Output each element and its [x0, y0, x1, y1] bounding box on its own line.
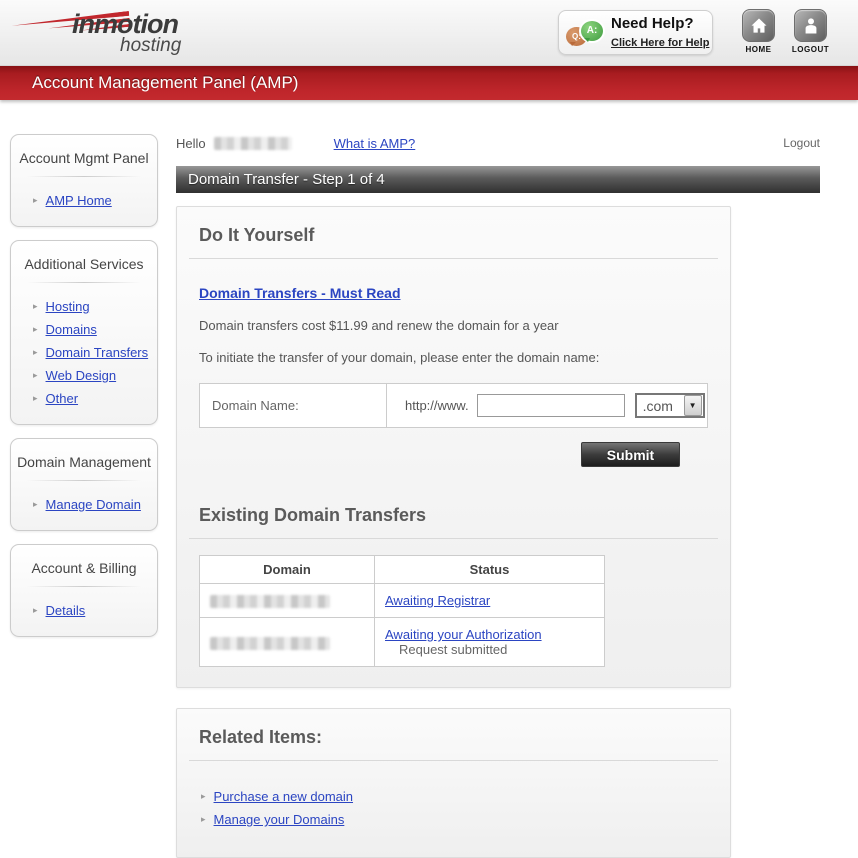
table-row: Awaiting your Authorization Request subm…	[199, 617, 605, 668]
redacted-domain	[210, 595, 330, 609]
related-items-panel: Related Items: ▸ Purchase a new domain ▸…	[176, 708, 731, 858]
top-header: inmotion hosting Q: A: Need Help? Click …	[0, 0, 858, 66]
tld-selected-value: .com	[642, 397, 673, 414]
click-here-for-help-link[interactable]: Click Here for Help	[611, 37, 709, 49]
tld-select[interactable]: .com ▼	[634, 393, 705, 418]
status-note: Request submitted	[399, 642, 508, 658]
bullet-arrow-icon: ▸	[201, 814, 206, 825]
sidebar-item-details[interactable]: ▸ Details	[11, 599, 157, 622]
status-awaiting-registrar-link[interactable]: Awaiting Registrar	[385, 593, 490, 608]
cost-text: Domain transfers cost $11.99 and renew t…	[199, 318, 559, 333]
redacted-username	[213, 136, 292, 150]
what-is-amp-link[interactable]: What is AMP?	[334, 136, 416, 151]
other-link[interactable]: Other	[46, 391, 79, 406]
main-content: Hello What is AMP? Logout Domain Transfe…	[176, 134, 820, 858]
divider	[27, 176, 141, 177]
diy-heading: Do It Yourself	[199, 225, 315, 245]
manage-domain-link[interactable]: Manage Domain	[46, 497, 141, 512]
amp-home-link[interactable]: AMP Home	[46, 193, 112, 208]
divider	[27, 480, 141, 481]
need-help-button[interactable]: Q: A: Need Help? Click Here for Help	[558, 10, 713, 55]
need-help-title: Need Help?	[611, 14, 694, 32]
sidebar-section-title: Account & Billing	[31, 560, 137, 576]
banner-title: Account Management Panel (AMP)	[32, 73, 299, 92]
greeting-text: Hello	[176, 135, 206, 151]
hosting-link[interactable]: Hosting	[46, 299, 90, 314]
dropdown-arrow-icon[interactable]: ▼	[683, 395, 702, 416]
sidebar-item-manage-domain[interactable]: ▸ Manage Domain	[11, 493, 157, 516]
sidebar-section-additional-services: Additional Services ▸ Hosting ▸ Domains …	[10, 240, 158, 425]
initiate-text: To initiate the transfer of your domain,…	[199, 350, 600, 365]
bullet-arrow-icon: ▸	[33, 370, 38, 380]
table-row: Awaiting Registrar	[199, 582, 605, 619]
divider	[189, 538, 718, 539]
url-prefix-text: http://www.	[405, 398, 469, 413]
sidebar-section-domain-management: Domain Management ▸ Manage Domain	[10, 438, 158, 531]
redacted-domain	[210, 636, 330, 650]
status-awaiting-authorization-link[interactable]: Awaiting your Authorization	[385, 627, 542, 642]
related-item-manage-domains[interactable]: ▸ Manage your Domains	[199, 808, 708, 831]
bullet-arrow-icon: ▸	[33, 499, 38, 509]
column-header-domain: Domain	[199, 555, 375, 584]
domain-transfers-link[interactable]: Domain Transfers	[46, 345, 149, 360]
domain-form-row: Domain Name: http://www. .com ▼	[199, 383, 708, 428]
domain-name-label: Domain Name:	[212, 398, 299, 413]
bullet-arrow-icon: ▸	[33, 195, 38, 205]
sidebar-item-web-design[interactable]: ▸ Web Design	[11, 364, 157, 387]
existing-transfers-table: Domain Status Awaiting Registrar Awaitin…	[199, 555, 605, 668]
related-items-heading: Related Items:	[199, 727, 323, 748]
do-it-yourself-panel: Do It Yourself Domain Transfers - Must R…	[176, 206, 731, 689]
sidebar-item-amp-home[interactable]: ▸ AMP Home	[11, 189, 157, 212]
logout-label: LOGOUT	[791, 45, 830, 54]
bullet-arrow-icon: ▸	[33, 393, 38, 403]
sidebar-item-other[interactable]: ▸ Other	[11, 387, 157, 410]
domains-link[interactable]: Domains	[46, 322, 97, 337]
divider	[189, 258, 718, 259]
page-title-bar: Domain Transfer - Step 1 of 4	[176, 166, 820, 193]
logout-person-icon	[794, 9, 827, 42]
domain-name-input[interactable]	[476, 394, 625, 417]
greeting-row: Hello What is AMP? Logout	[176, 134, 820, 152]
divider	[27, 586, 141, 587]
divider	[27, 282, 141, 283]
home-icon	[742, 9, 775, 42]
sidebar-section-account-billing: Account & Billing ▸ Details	[10, 544, 158, 637]
web-design-link[interactable]: Web Design	[46, 368, 117, 383]
home-button[interactable]: HOME	[738, 9, 779, 54]
logo-text-hosting: hosting	[120, 34, 182, 56]
amp-banner: Account Management Panel (AMP)	[0, 66, 858, 100]
bullet-arrow-icon: ▸	[33, 324, 38, 334]
bullet-arrow-icon: ▸	[33, 301, 38, 311]
sidebar: Account Mgmt Panel ▸ AMP Home Additional…	[10, 134, 158, 858]
column-header-status: Status	[374, 555, 605, 584]
details-link[interactable]: Details	[46, 603, 86, 618]
sidebar-section-title: Account Mgmt Panel	[19, 150, 149, 166]
sidebar-section-title: Additional Services	[24, 256, 144, 272]
existing-transfers-heading: Existing Domain Transfers	[199, 505, 427, 525]
sidebar-item-domain-transfers[interactable]: ▸ Domain Transfers	[11, 341, 157, 364]
logout-button[interactable]: LOGOUT	[790, 9, 831, 54]
sidebar-section-title: Domain Management	[17, 454, 151, 470]
manage-your-domains-link[interactable]: Manage your Domains	[214, 812, 345, 827]
answer-bubble-icon: A:	[579, 18, 605, 43]
bullet-arrow-icon: ▸	[33, 605, 38, 615]
must-read-link[interactable]: Domain Transfers - Must Read	[199, 285, 401, 301]
divider	[189, 760, 718, 762]
bullet-arrow-icon: ▸	[33, 347, 38, 357]
sidebar-section-account-mgmt: Account Mgmt Panel ▸ AMP Home	[10, 134, 158, 227]
sidebar-item-hosting[interactable]: ▸ Hosting	[11, 295, 157, 318]
inmotion-logo[interactable]: inmotion hosting	[22, 7, 212, 59]
page-title: Domain Transfer - Step 1 of 4	[188, 171, 385, 188]
home-label: HOME	[745, 45, 772, 54]
sidebar-item-domains[interactable]: ▸ Domains	[11, 318, 157, 341]
logout-link[interactable]: Logout	[783, 136, 820, 150]
submit-button[interactable]: Submit	[581, 442, 680, 467]
qa-speech-bubbles-icon: Q: A:	[559, 13, 611, 53]
